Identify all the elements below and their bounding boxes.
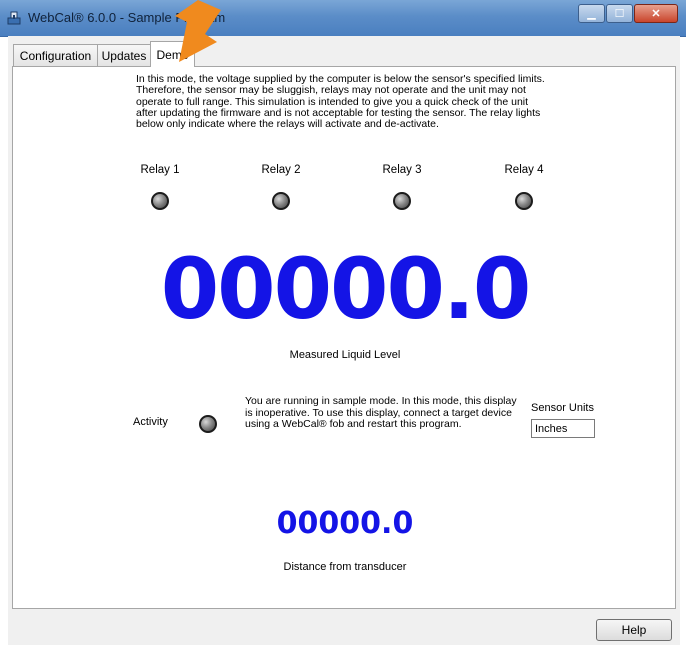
close-button[interactable]: ✕: [634, 4, 678, 23]
liquid-level-caption: Measured Liquid Level: [289, 349, 401, 361]
tab-label: Updates: [101, 48, 147, 63]
distance-caption: Distance from transducer: [283, 561, 407, 573]
webcal-app-icon: [7, 11, 21, 25]
sensor-units-label: Sensor Units: [531, 402, 594, 414]
maximize-icon: ☐: [614, 8, 625, 20]
activity-label: Activity: [133, 416, 168, 428]
relay-1-light: [151, 192, 169, 210]
liquid-level-readout: 00000.0: [160, 240, 532, 338]
sensor-units-field[interactable]: [531, 419, 595, 438]
demo-info-text: In this mode, the voltage supplied by th…: [136, 73, 545, 131]
minimize-button[interactable]: ▁: [578, 4, 605, 23]
tab-updates[interactable]: Updates: [97, 44, 151, 66]
window-controls: ▁ ☐ ✕: [577, 4, 678, 23]
relay-4-light: [515, 192, 533, 210]
sample-mode-note: You are running in sample mode. In this …: [245, 395, 517, 430]
activity-light: [199, 415, 217, 433]
maximize-button[interactable]: ☐: [606, 4, 633, 23]
relay-2-light: [272, 192, 290, 210]
relay-3-light: [393, 192, 411, 210]
title-bar[interactable]: WebCal® 6.0.0 - Sample Program ▁ ☐ ✕: [0, 0, 686, 37]
client-area: Configuration Updates Demo In this mode,…: [8, 36, 680, 645]
relay-4-label: Relay 4: [504, 164, 544, 176]
annotation-arrow-icon: [175, 0, 221, 62]
help-button[interactable]: Help: [596, 619, 672, 641]
relay-1-label: Relay 1: [140, 164, 180, 176]
distance-readout: 00000.0: [276, 506, 414, 541]
demo-panel: In this mode, the voltage supplied by th…: [12, 66, 676, 609]
relay-2-label: Relay 2: [261, 164, 301, 176]
relay-3-label: Relay 3: [382, 164, 422, 176]
minimize-icon: ▁: [587, 8, 596, 20]
tab-label: Configuration: [19, 48, 92, 63]
tab-configuration[interactable]: Configuration: [13, 44, 98, 66]
close-icon: ✕: [651, 8, 661, 20]
